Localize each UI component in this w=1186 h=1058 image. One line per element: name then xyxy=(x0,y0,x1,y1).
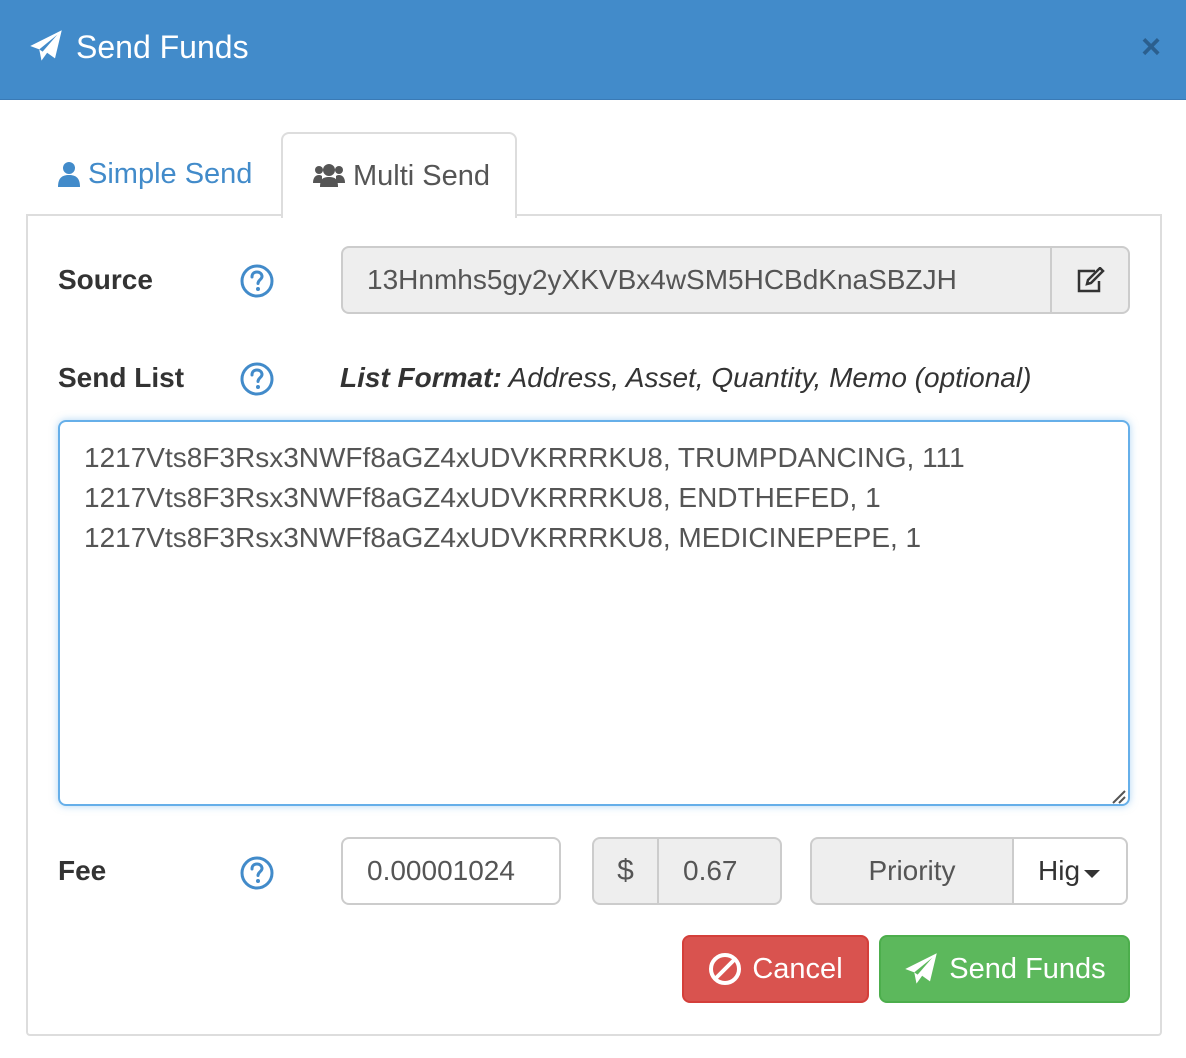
fee-usd-group: $ 0.67 xyxy=(592,837,782,905)
source-label: Source xyxy=(58,264,153,295)
list-format-hint: List Format: Address, Asset, Quantity, M… xyxy=(340,361,1031,395)
fee-label: Fee xyxy=(58,855,107,886)
caret-down-icon xyxy=(1084,870,1100,878)
modal-title: Send Funds xyxy=(76,29,249,65)
priority-dropdown[interactable]: Hig xyxy=(1014,837,1128,905)
send-funds-button-label: Send Funds xyxy=(949,952,1106,985)
close-button[interactable]: × xyxy=(1136,30,1166,64)
priority-group: Priority Hig xyxy=(810,837,1128,905)
priority-label: Priority xyxy=(810,837,1014,905)
currency-symbol: $ xyxy=(592,837,659,905)
list-format-prefix: List Format: xyxy=(340,362,502,393)
resize-grip-icon[interactable] xyxy=(1108,786,1126,804)
send-list-label: Send List xyxy=(58,362,185,393)
source-address-group: 13Hnmhs5gy2yXKVBx4wSM5HCBdKnaSBZJH xyxy=(341,246,1130,314)
user-icon xyxy=(58,162,80,187)
ban-icon xyxy=(709,953,742,985)
paper-plane-icon xyxy=(905,953,938,984)
cancel-button[interactable]: Cancel xyxy=(682,935,869,1003)
fee-input[interactable]: 0.00001024 xyxy=(341,837,561,905)
list-format-text: Address, Asset, Quantity, Memo (optional… xyxy=(508,362,1032,393)
help-icon[interactable] xyxy=(240,264,274,298)
send-list-textarea[interactable]: 1217Vts8F3Rsx3NWFf8aGZ4xUDVKRRRKU8, TRUM… xyxy=(58,420,1130,806)
send-funds-button[interactable]: Send Funds xyxy=(879,935,1130,1003)
tab-multi-send-label: Multi Send xyxy=(353,160,491,192)
tab-simple-send-label: Simple Send xyxy=(88,158,253,190)
help-icon[interactable] xyxy=(240,362,274,396)
fee-usd-value: 0.67 xyxy=(659,837,782,905)
edit-source-button[interactable] xyxy=(1050,246,1130,314)
modal-header: Send Funds × xyxy=(0,0,1186,100)
tab-simple-send[interactable]: Simple Send xyxy=(40,132,280,216)
help-icon[interactable] xyxy=(240,856,274,890)
tab-multi-send[interactable]: Multi Send xyxy=(281,132,517,218)
paper-plane-icon xyxy=(30,30,62,61)
edit-icon xyxy=(1077,267,1105,293)
priority-value: Hig xyxy=(1038,855,1081,886)
source-address-field[interactable]: 13Hnmhs5gy2yXKVBx4wSM5HCBdKnaSBZJH xyxy=(341,246,1050,314)
users-icon xyxy=(313,164,345,187)
cancel-button-label: Cancel xyxy=(752,952,843,985)
